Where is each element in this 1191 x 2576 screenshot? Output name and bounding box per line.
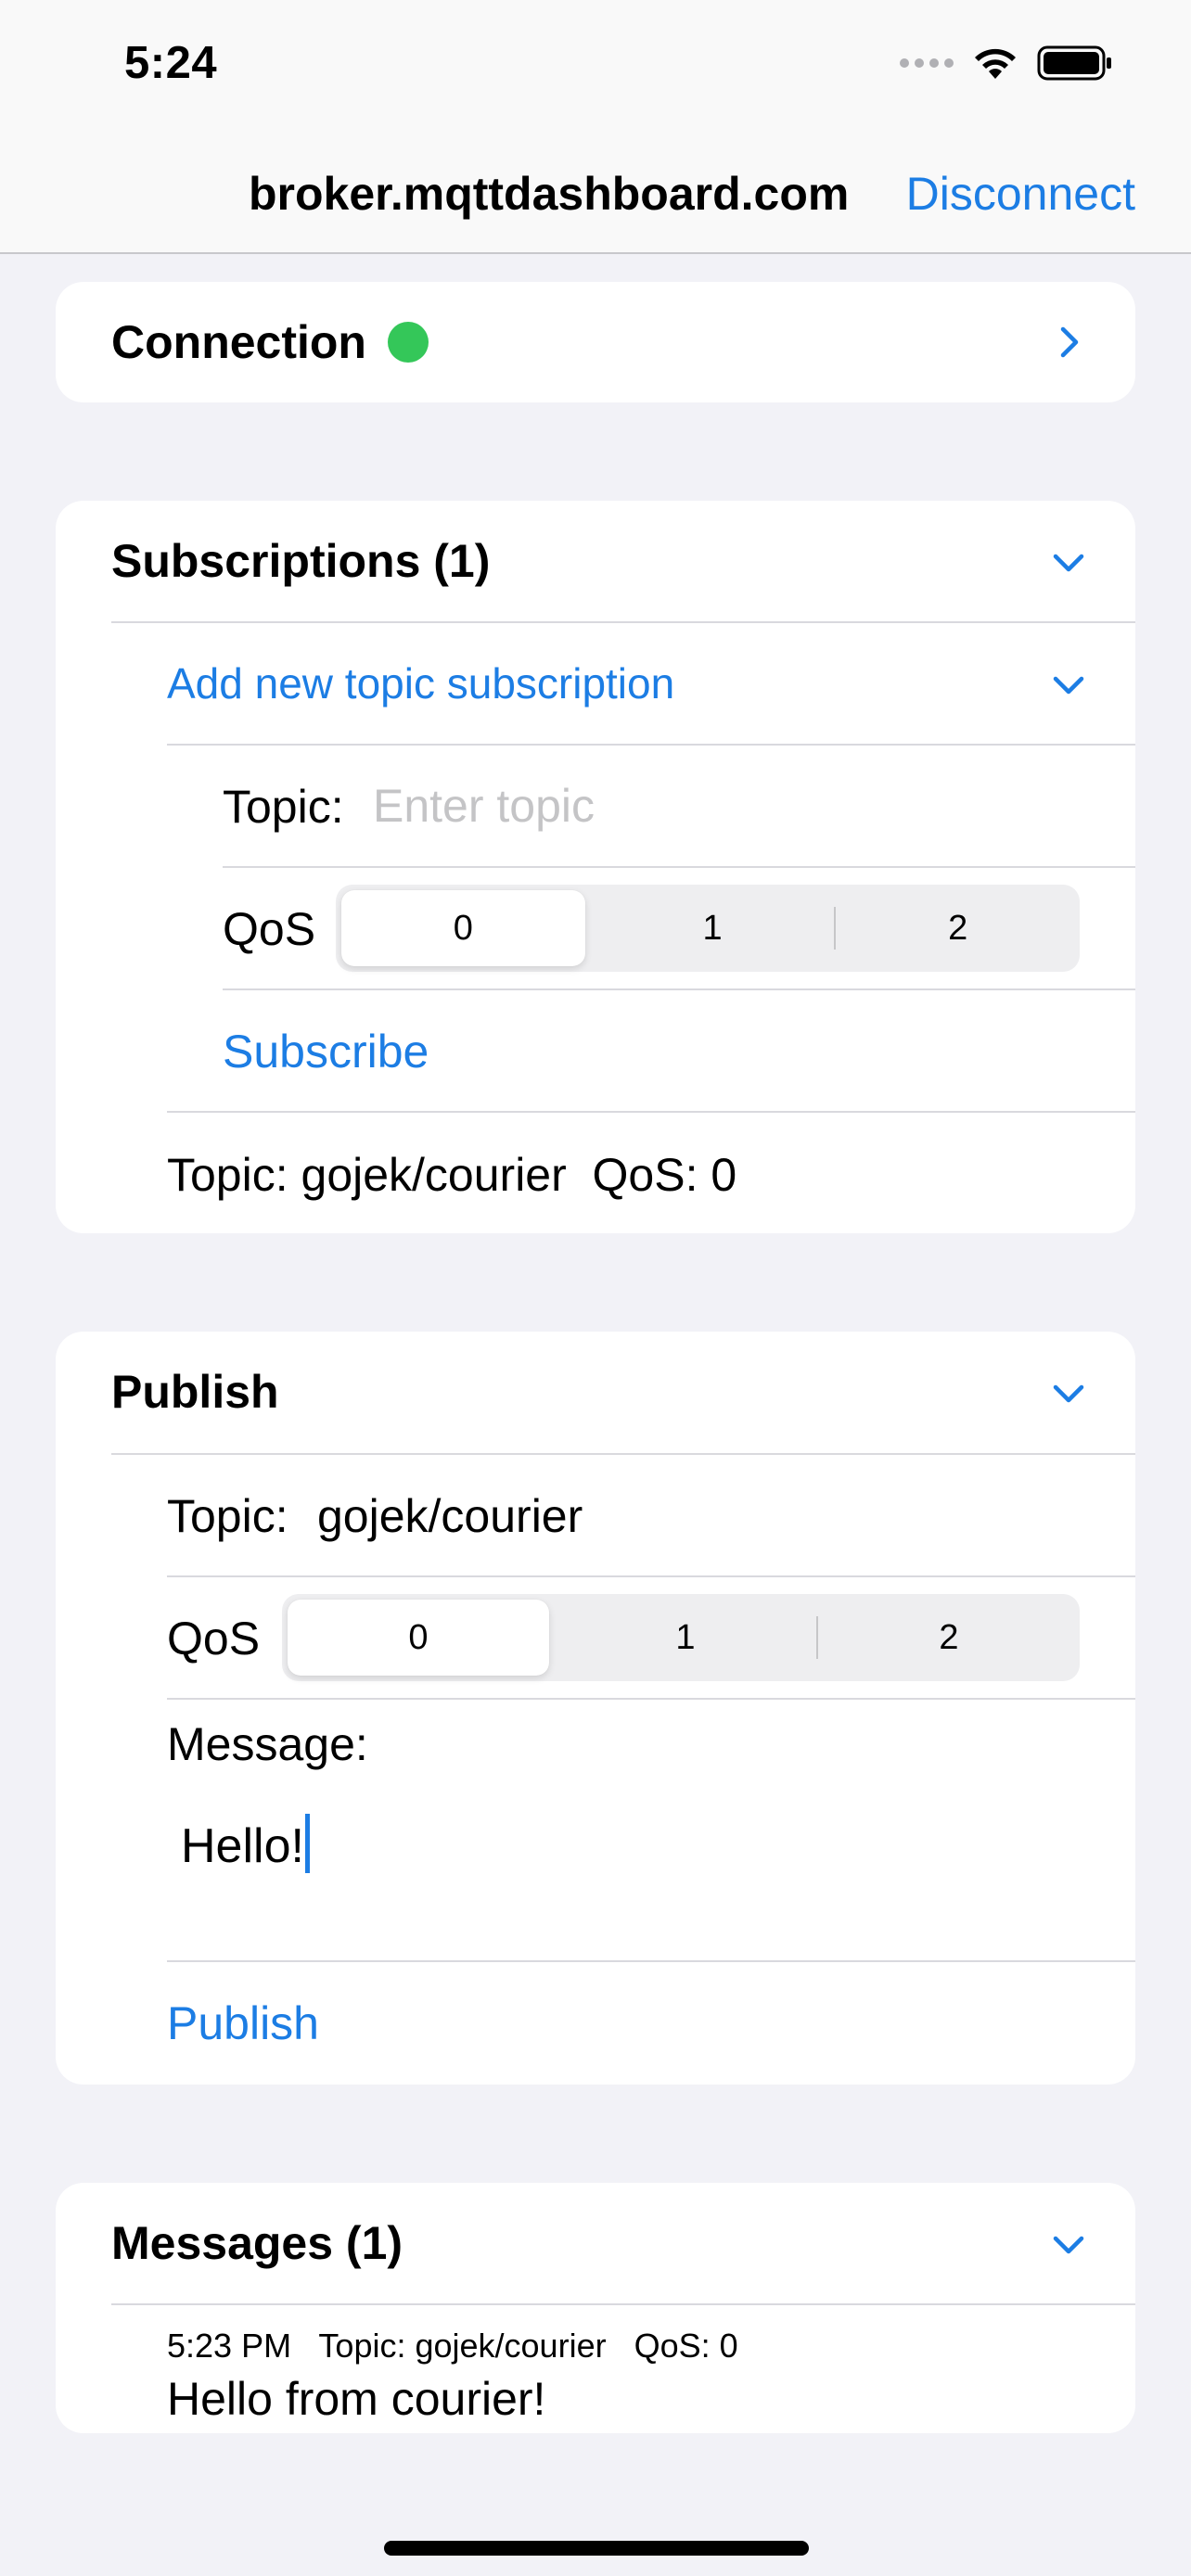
home-indicator[interactable] xyxy=(384,2541,809,2556)
message-text: Hello! xyxy=(181,1819,304,1873)
subscription-list-item: Topic: gojek/courier QoS: 0 xyxy=(56,1113,1135,1233)
publish-title: Publish xyxy=(111,1366,279,1418)
chevron-down-icon[interactable] xyxy=(1050,1374,1087,1411)
battery-icon xyxy=(1037,45,1111,81)
qos-option-2[interactable]: 2 xyxy=(818,1594,1080,1681)
messages-title: Messages (1) xyxy=(111,2217,403,2269)
qos-option-0[interactable]: 0 xyxy=(288,1600,549,1676)
publish-card: Publish Topic: gojek/courier QoS 0 1 2 M… xyxy=(56,1332,1135,2085)
wifi-icon xyxy=(975,48,1016,79)
subscription-item-text: Topic: gojek/courier QoS: 0 xyxy=(167,1149,737,1201)
publish-topic-label: Topic: xyxy=(167,1490,288,1542)
connection-card[interactable]: Connection xyxy=(56,282,1135,402)
publish-qos-segmented-control[interactable]: 0 1 2 xyxy=(282,1594,1080,1681)
qos-option-2[interactable]: 2 xyxy=(836,885,1080,972)
qos-option-1[interactable]: 1 xyxy=(555,1594,816,1681)
cellular-signal-icon xyxy=(900,58,954,68)
publish-qos-label: QoS xyxy=(167,1613,261,1664)
publish-topic-row: Topic: gojek/courier xyxy=(56,1455,1135,1576)
chevron-down-icon[interactable] xyxy=(1050,666,1087,703)
status-icons xyxy=(900,45,1113,82)
subscribe-topic-label: Topic: xyxy=(223,781,344,833)
status-bar: 5:24 xyxy=(0,0,1191,130)
disconnect-button[interactable]: Disconnect xyxy=(906,167,1135,221)
messages-header[interactable]: Messages (1) xyxy=(56,2183,1135,2304)
message-label: Message: xyxy=(167,1718,368,1770)
subscribe-topic-row: Topic: xyxy=(56,746,1135,867)
message-list-item: 5:23 PM Topic: gojek/courier QoS: 0 Hell… xyxy=(56,2305,1135,2433)
subscriptions-header[interactable]: Subscriptions (1) xyxy=(56,501,1135,622)
publish-button[interactable]: Publish xyxy=(167,2000,319,2047)
chevron-down-icon[interactable] xyxy=(1050,2225,1087,2263)
subscribe-qos-label: QoS xyxy=(223,903,316,955)
subscriptions-title: Subscriptions (1) xyxy=(111,535,491,587)
qos-option-1[interactable]: 1 xyxy=(591,885,835,972)
text-cursor xyxy=(304,1814,310,1873)
publish-topic-field[interactable]: gojek/courier xyxy=(317,1493,583,1539)
messages-card: Messages (1) 5:23 PM Topic: gojek/courie… xyxy=(56,2183,1135,2433)
subscribe-qos-segmented-control[interactable]: 0 1 2 xyxy=(336,885,1080,972)
chevron-down-icon[interactable] xyxy=(1050,543,1087,580)
publish-header[interactable]: Publish xyxy=(56,1332,1135,1453)
nav-title: broker.mqttdashboard.com xyxy=(249,168,850,220)
message-text-area[interactable]: Hello! xyxy=(167,1814,1076,1916)
subscribe-button-row[interactable]: Subscribe xyxy=(56,990,1135,1112)
subscribe-qos-row: QoS 0 1 2 xyxy=(56,868,1135,989)
navigation-bar: broker.mqttdashboard.com Disconnect xyxy=(0,130,1191,254)
subscriptions-card: Subscriptions (1) Add new topic subscrip… xyxy=(56,501,1135,1233)
qos-option-0[interactable]: 0 xyxy=(341,890,585,966)
message-body: Hello from courier! xyxy=(167,2373,546,2425)
connection-label: Connection xyxy=(111,316,366,368)
connection-status-dot xyxy=(388,322,429,363)
add-subscription-label[interactable]: Add new topic subscription xyxy=(167,662,674,705)
chevron-right-icon[interactable] xyxy=(1050,324,1087,361)
subscribe-topic-input[interactable] xyxy=(373,773,1096,838)
publish-button-row[interactable]: Publish xyxy=(56,1962,1135,2084)
add-subscription-row[interactable]: Add new topic subscription xyxy=(56,623,1135,745)
divider xyxy=(167,1698,1135,1700)
publish-qos-row: QoS 0 1 2 xyxy=(56,1577,1135,1699)
subscribe-button[interactable]: Subscribe xyxy=(223,1028,429,1075)
message-meta: 5:23 PM Topic: gojek/courier QoS: 0 xyxy=(167,2327,738,2365)
status-time: 5:24 xyxy=(124,38,218,88)
